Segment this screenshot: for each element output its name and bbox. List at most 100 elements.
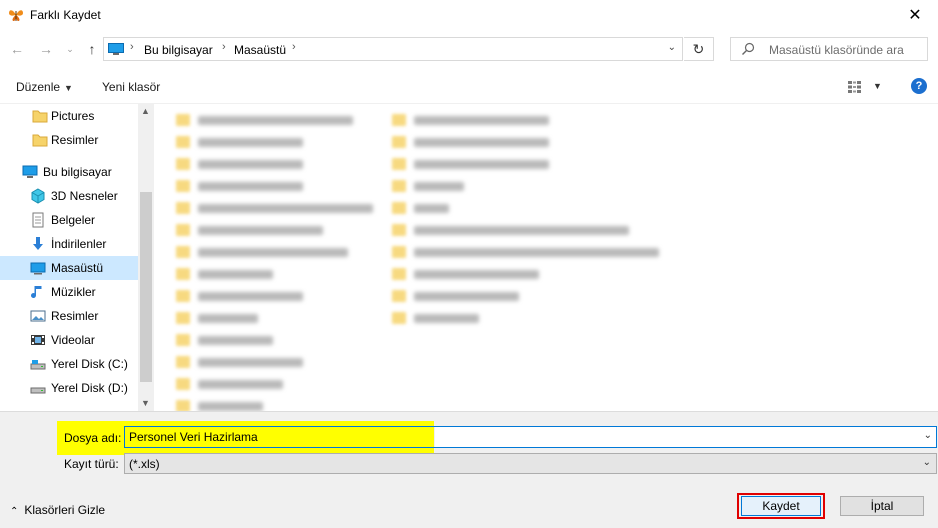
nav-item-pictures[interactable]: Pictures — [0, 104, 138, 128]
folder-icon — [392, 158, 406, 170]
file-list-item[interactable] — [176, 134, 311, 152]
filename-value: Personel Veri Hazirlama — [129, 430, 258, 444]
file-list-item[interactable] — [392, 222, 637, 240]
filetype-select[interactable]: (*.xls) ⌄ — [124, 453, 937, 474]
organize-menu[interactable]: Düzenle ▼ — [16, 80, 73, 94]
view-options-icon[interactable] — [848, 81, 864, 93]
file-list-item[interactable] — [176, 354, 311, 372]
file-list-item[interactable] — [392, 310, 487, 328]
chevron-up-icon[interactable]: ▲ — [141, 106, 150, 116]
help-icon[interactable]: ? — [911, 78, 927, 94]
search-box[interactable]: Masaüstü klasöründe ara — [730, 37, 928, 61]
chevron-down-icon: ⌄ — [66, 44, 74, 54]
up-button[interactable]: ↑ — [82, 39, 102, 59]
file-name-redacted — [198, 292, 303, 301]
breadcrumb-separator-icon: › — [292, 41, 296, 53]
address-bar[interactable]: › Bu bilgisayar › Masaüstü › ⌄ — [103, 37, 683, 61]
hide-folders-button[interactable]: ⌃ Klasörleri Gizle — [10, 503, 105, 517]
navigation-pane: Pictures Resimler Bu bilgisayar 3D Nesne… — [0, 104, 154, 411]
breadcrumb-this-pc[interactable]: Bu bilgisayar — [144, 43, 213, 57]
file-list-item[interactable] — [176, 288, 311, 306]
filename-field[interactable]: Personel Veri Hazirlama ⌄ — [124, 426, 937, 448]
nav-item-documents[interactable]: Belgeler — [0, 208, 138, 232]
file-list[interactable] — [154, 104, 938, 434]
window-title: Farklı Kaydet — [30, 8, 101, 22]
cancel-button[interactable]: İptal — [840, 496, 924, 516]
breadcrumb-desktop[interactable]: Masaüstü — [234, 43, 286, 57]
nav-item-3d-objects[interactable]: 3D Nesneler — [0, 184, 138, 208]
file-list-item[interactable] — [176, 376, 291, 394]
file-list-item[interactable] — [176, 244, 356, 262]
close-icon: ✕ — [908, 7, 922, 24]
nav-item-desktop[interactable]: Masaüstü — [0, 256, 138, 280]
new-folder-button[interactable]: Yeni klasör — [102, 80, 160, 94]
folder-icon — [32, 134, 48, 147]
caret-down-icon[interactable]: ▼ — [873, 81, 882, 91]
arrow-up-icon: ↑ — [88, 41, 96, 57]
chevron-up-icon: ⌃ — [10, 506, 19, 517]
save-button[interactable]: Kaydet — [741, 496, 821, 516]
folder-icon — [32, 110, 48, 123]
save-form: Dosya adı: Personel Veri Hazirlama ⌄ Kay… — [0, 411, 938, 528]
back-button[interactable]: ← — [7, 39, 27, 59]
file-list-item[interactable] — [392, 288, 527, 306]
file-list-item[interactable] — [176, 332, 281, 350]
file-name-redacted — [198, 160, 303, 169]
folder-icon — [176, 158, 190, 170]
file-list-item[interactable] — [176, 156, 311, 174]
file-list-item[interactable] — [176, 266, 281, 284]
nav-item-resimler-folder[interactable]: Resimler — [0, 128, 138, 152]
forward-button[interactable]: → — [36, 39, 56, 59]
file-list-item[interactable] — [176, 112, 361, 130]
folder-icon — [392, 290, 406, 302]
folder-icon — [392, 224, 406, 236]
nav-item-pictures-library[interactable]: Resimler — [0, 304, 138, 328]
folder-icon — [176, 246, 190, 258]
folder-icon — [392, 136, 406, 148]
nav-item-videos[interactable]: Videolar — [0, 328, 138, 352]
nav-item-this-pc[interactable]: Bu bilgisayar — [0, 160, 138, 184]
videos-icon — [31, 335, 45, 345]
nav-item-music[interactable]: Müzikler — [0, 280, 138, 304]
folder-icon — [176, 334, 190, 346]
nav-scrollbar[interactable]: ▲ ▼ — [138, 104, 154, 411]
filetype-label: Kayıt türü: — [64, 457, 119, 471]
folder-icon — [392, 312, 406, 324]
command-bar: Düzenle ▼ Yeni klasör ▼ ? — [0, 70, 938, 104]
file-name-redacted — [414, 116, 549, 125]
recent-locations-button[interactable]: ⌄ — [60, 39, 80, 59]
search-input[interactable]: Masaüstü klasöründe ara — [769, 43, 904, 57]
nav-item-drive-d[interactable]: Yerel Disk (D:) — [0, 376, 138, 400]
file-name-redacted — [414, 248, 659, 257]
chevron-down-icon[interactable]: ⌄ — [668, 42, 676, 53]
chevron-down-icon[interactable]: ▼ — [141, 398, 150, 408]
file-list-item[interactable] — [176, 200, 381, 218]
refresh-icon: ↻ — [692, 41, 705, 57]
file-list-item[interactable] — [392, 134, 557, 152]
music-icon — [31, 286, 42, 298]
chevron-down-icon[interactable]: ⌄ — [924, 430, 932, 441]
file-name-redacted — [198, 358, 303, 367]
drive-icon — [30, 387, 46, 394]
file-name-redacted — [414, 226, 629, 235]
folder-icon — [176, 202, 190, 214]
file-name-redacted — [198, 248, 348, 257]
nav-item-downloads[interactable]: İndirilenler — [0, 232, 138, 256]
file-list-item[interactable] — [392, 266, 547, 284]
3d-objects-icon — [31, 188, 45, 204]
file-list-item[interactable] — [392, 156, 557, 174]
file-list-item[interactable] — [392, 244, 667, 262]
file-list-item[interactable] — [392, 112, 557, 130]
file-list-item[interactable] — [176, 222, 331, 240]
file-list-item[interactable] — [392, 178, 472, 196]
file-list-item[interactable] — [176, 178, 311, 196]
folder-icon — [176, 180, 190, 192]
folder-icon — [176, 290, 190, 302]
file-list-item[interactable] — [176, 310, 266, 328]
file-list-item[interactable] — [392, 200, 457, 218]
close-button[interactable]: ✕ — [892, 0, 938, 30]
refresh-button[interactable]: ↻ — [684, 37, 714, 61]
nav-item-drive-c[interactable]: Yerel Disk (C:) — [0, 352, 138, 376]
scroll-thumb[interactable] — [140, 192, 152, 382]
file-name-redacted — [198, 226, 323, 235]
